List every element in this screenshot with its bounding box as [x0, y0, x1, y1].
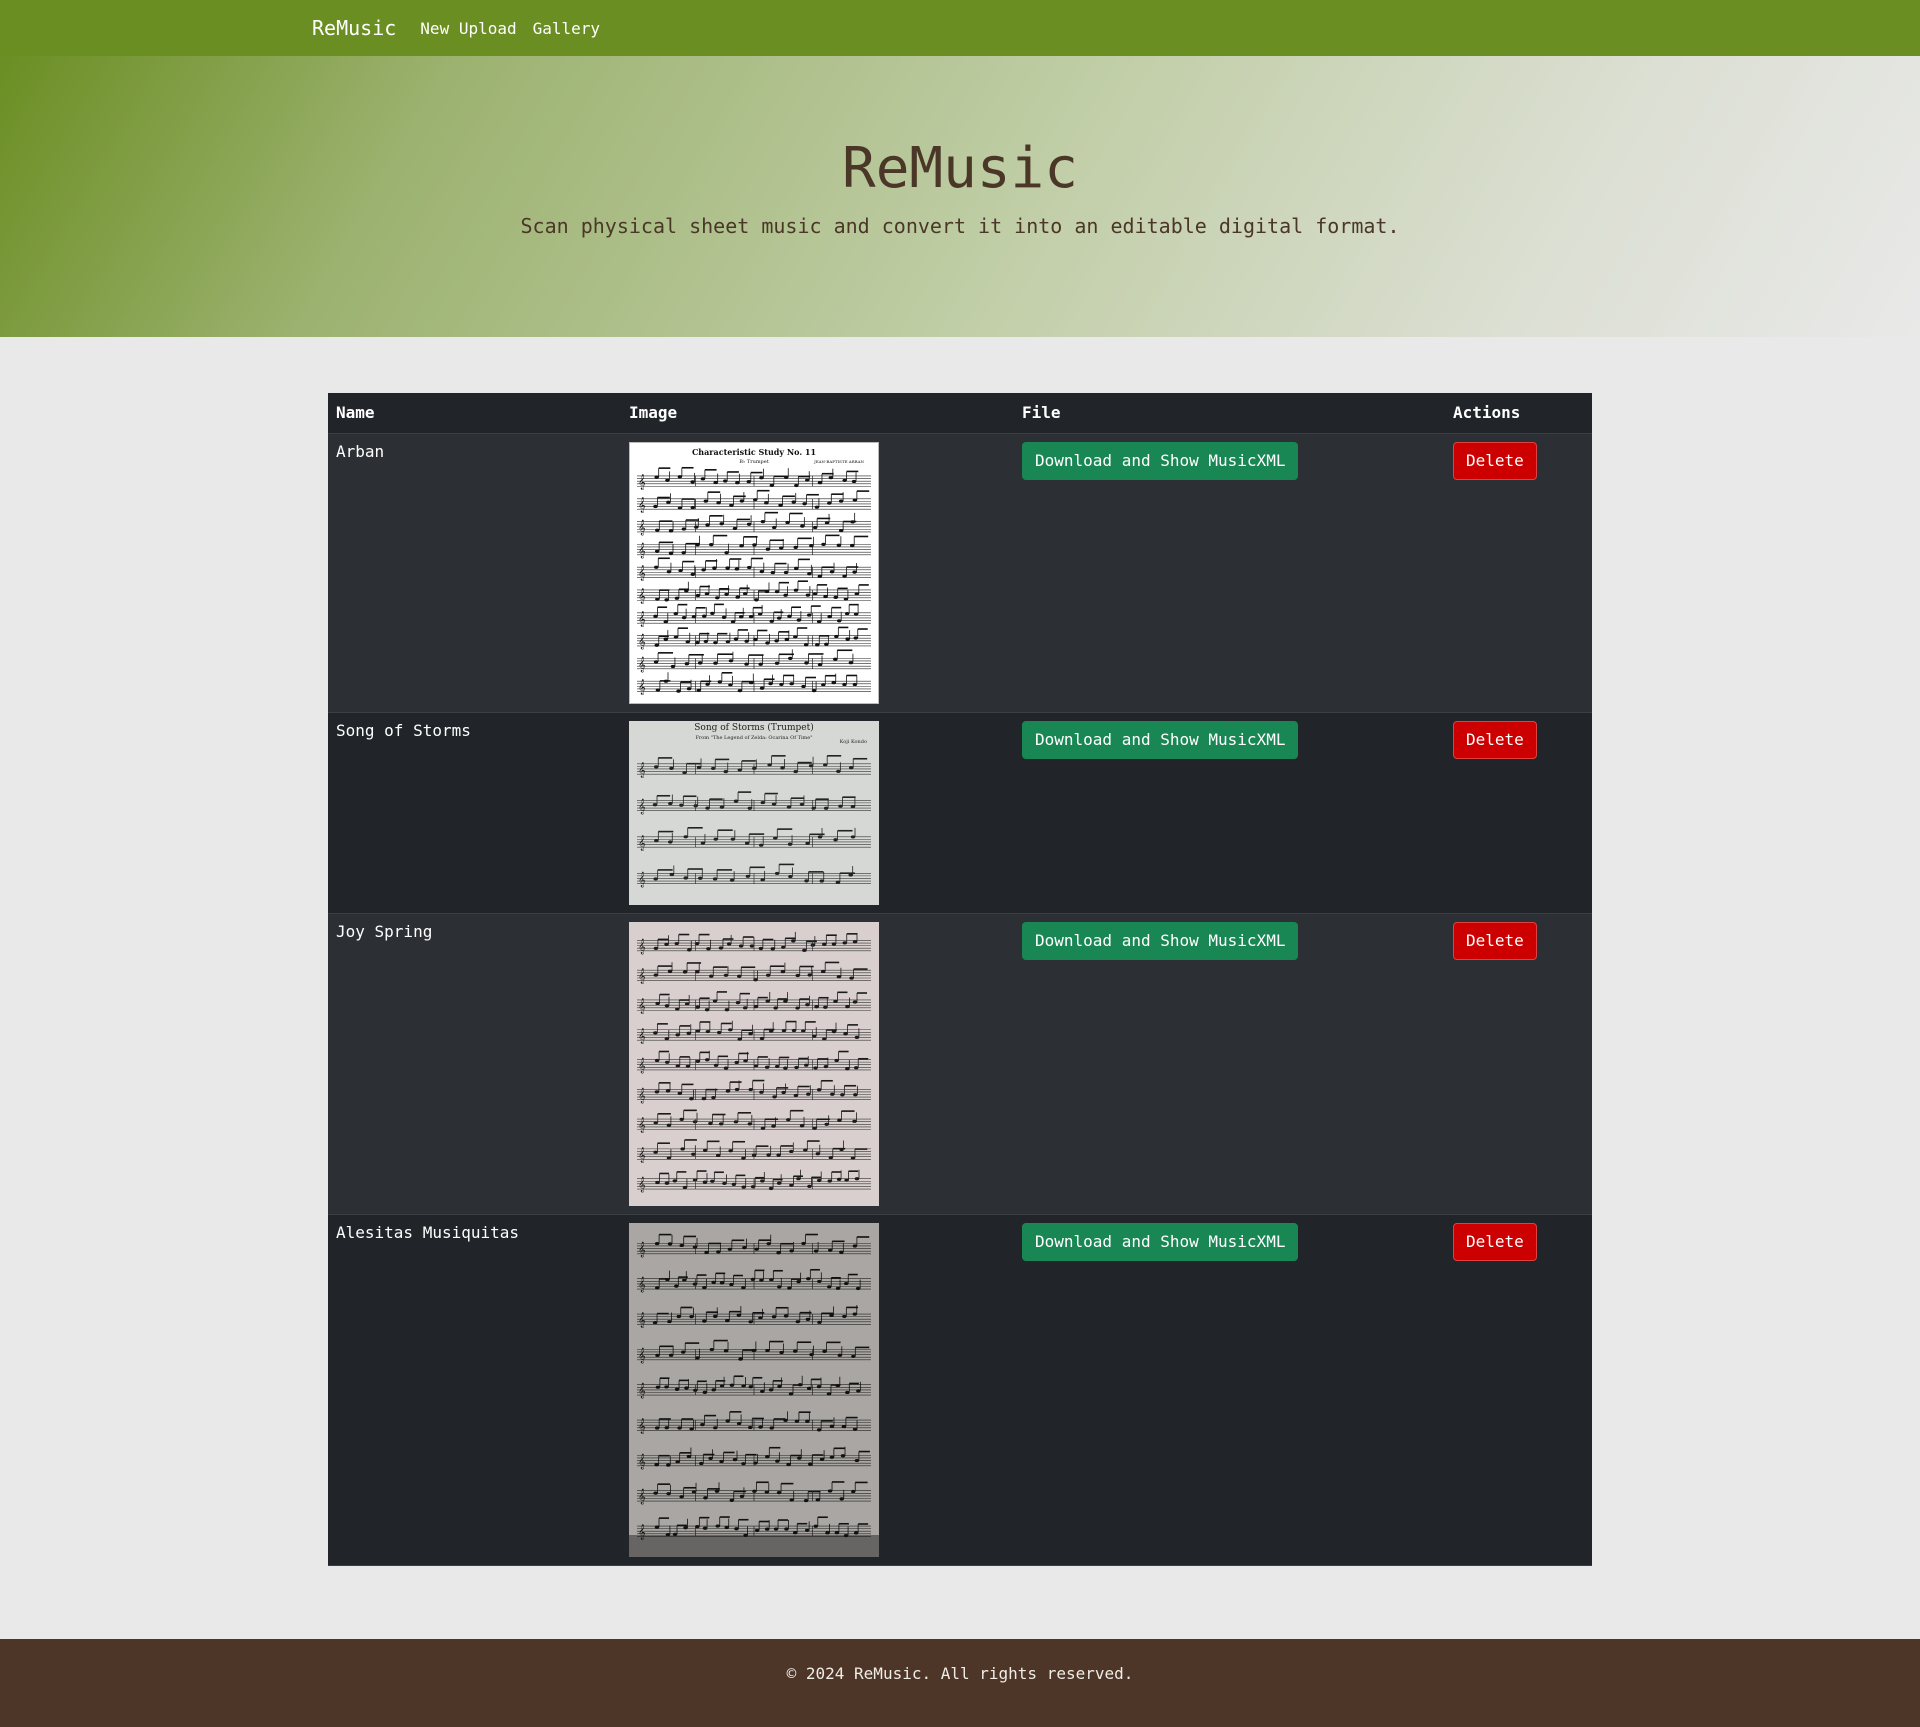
svg-text:𝄞: 𝄞 [638, 1348, 646, 1363]
row-file-cell: Download and Show MusicXML [1014, 913, 1445, 1215]
sheet-music-thumbnail[interactable]: 𝄞 𝄞 𝄞 𝄞 Song of Storms (Trumpet) From "The … [629, 720, 879, 905]
svg-text:𝄞: 𝄞 [638, 1454, 646, 1469]
svg-text:𝄞: 𝄞 [638, 474, 646, 489]
svg-text:𝄞: 𝄞 [638, 1383, 646, 1398]
svg-text:𝄞: 𝄞 [638, 1058, 646, 1073]
svg-text:𝄞: 𝄞 [638, 543, 646, 558]
navbar-brand[interactable]: ReMusic [312, 16, 396, 40]
row-image-cell: 𝄞 𝄞 𝄞 𝄞 𝄞 𝄞 𝄞 𝄞 𝄞 [621, 1214, 1014, 1566]
download-musicxml-button[interactable]: Download and Show MusicXML [1022, 720, 1299, 759]
svg-text:𝄞: 𝄞 [638, 1419, 646, 1434]
table-header-row: Name Image File Actions [328, 393, 1592, 434]
row-name: Alesitas Musiquitas [328, 1214, 621, 1566]
svg-text:𝄞: 𝄞 [638, 1028, 646, 1043]
svg-text:𝄞: 𝄞 [638, 1489, 646, 1504]
svg-text:𝄞: 𝄞 [638, 969, 646, 984]
row-image-cell: 𝄞 𝄞 𝄞 𝄞 𝄞 𝄞 𝄞 𝄞 𝄞 [621, 913, 1014, 1215]
footer-copyright: © 2024 ReMusic. All rights reserved. [786, 1664, 1134, 1683]
svg-text:𝄞: 𝄞 [638, 1525, 646, 1540]
svg-text:𝄞: 𝄞 [638, 566, 646, 581]
svg-text:𝄞: 𝄞 [638, 872, 646, 887]
sheet-music-image: 𝄞 𝄞 𝄞 𝄞 𝄞 𝄞 𝄞 𝄞 𝄞 [629, 921, 879, 1206]
sheet-music-image: 𝄞 𝄞 𝄞 𝄞 𝄞 𝄞 𝄞 𝄞 𝄞 𝄞 Characteristic Study No. 11 B… [629, 441, 879, 704]
row-actions-cell: Delete [1445, 1214, 1592, 1566]
svg-text:𝄞: 𝄞 [638, 1147, 646, 1162]
svg-text:𝄞: 𝄞 [638, 762, 646, 777]
svg-text:Koji Kondo: Koji Kondo [840, 739, 867, 745]
row-file-cell: Download and Show MusicXML [1014, 433, 1445, 713]
svg-text:𝄞: 𝄞 [638, 1118, 646, 1133]
svg-text:𝄞: 𝄞 [638, 611, 646, 626]
gallery-table: Name Image File Actions Arban 𝄞 𝄞 𝄞 𝄞 𝄞 𝄞 𝄞 𝄞 𝄞 𝄞… [328, 393, 1592, 1566]
svg-text:𝄞: 𝄞 [638, 680, 646, 695]
delete-button[interactable]: Delete [1453, 1222, 1537, 1261]
svg-text:𝄞: 𝄞 [638, 634, 646, 649]
sheet-music-thumbnail[interactable]: 𝄞 𝄞 𝄞 𝄞 𝄞 𝄞 𝄞 𝄞 𝄞 [629, 1222, 879, 1557]
row-actions-cell: Delete [1445, 433, 1592, 713]
svg-text:𝄞: 𝄞 [638, 1277, 646, 1292]
svg-text:𝄞: 𝄞 [638, 497, 646, 512]
svg-text:𝄞: 𝄞 [638, 657, 646, 672]
svg-text:𝄞: 𝄞 [638, 520, 646, 535]
download-musicxml-button[interactable]: Download and Show MusicXML [1022, 1222, 1299, 1261]
row-file-cell: Download and Show MusicXML [1014, 1214, 1445, 1566]
svg-text:𝄞: 𝄞 [638, 939, 646, 954]
table-row: Arban 𝄞 𝄞 𝄞 𝄞 𝄞 𝄞 𝄞 𝄞 𝄞 𝄞 Characteristic Study No… [328, 433, 1592, 713]
delete-button[interactable]: Delete [1453, 921, 1537, 960]
row-file-cell: Download and Show MusicXML [1014, 712, 1445, 914]
svg-text:𝄞: 𝄞 [638, 1177, 646, 1192]
table-row: Alesitas Musiquitas 𝄞 𝄞 𝄞 𝄞 𝄞 𝄞 𝄞 𝄞 𝄞 Download a… [328, 1214, 1592, 1566]
svg-text:From "The Legend of Zelda: Oca: From "The Legend of Zelda: Ocarina Of Ti… [695, 735, 812, 741]
row-actions-cell: Delete [1445, 712, 1592, 914]
row-name: Arban [328, 433, 621, 713]
row-image-cell: 𝄞 𝄞 𝄞 𝄞 Song of Storms (Trumpet) From "The … [621, 712, 1014, 914]
svg-text:𝄞: 𝄞 [638, 835, 646, 850]
sheet-music-thumbnail[interactable]: 𝄞 𝄞 𝄞 𝄞 𝄞 𝄞 𝄞 𝄞 𝄞 [629, 921, 879, 1206]
svg-text:Characteristic Study No. 11: Characteristic Study No. 11 [692, 447, 816, 457]
column-header-image: Image [621, 393, 1014, 434]
sheet-music-image: 𝄞 𝄞 𝄞 𝄞 Song of Storms (Trumpet) From "The … [629, 720, 879, 905]
sheet-music-image: 𝄞 𝄞 𝄞 𝄞 𝄞 𝄞 𝄞 𝄞 𝄞 [629, 1222, 879, 1557]
delete-button[interactable]: Delete [1453, 720, 1537, 759]
row-name: Song of Storms [328, 712, 621, 914]
footer: © 2024 ReMusic. All rights reserved. [0, 1639, 1920, 1727]
table-row: Song of Storms 𝄞 𝄞 𝄞 𝄞 Song of Storms (Trum… [328, 712, 1592, 914]
hero-subtitle: Scan physical sheet music and convert it… [520, 214, 1400, 238]
download-musicxml-button[interactable]: Download and Show MusicXML [1022, 441, 1299, 480]
nav-link-new-upload[interactable]: New Upload [420, 19, 516, 38]
svg-text:B♭ Trumpet: B♭ Trumpet [739, 459, 768, 465]
table-row: Joy Spring 𝄞 𝄞 𝄞 𝄞 𝄞 𝄞 𝄞 𝄞 𝄞 Download and Show M… [328, 913, 1592, 1215]
svg-text:Song of Storms (Trumpet): Song of Storms (Trumpet) [694, 722, 814, 733]
download-musicxml-button[interactable]: Download and Show MusicXML [1022, 921, 1299, 960]
column-header-name: Name [328, 393, 621, 434]
svg-text:𝄞: 𝄞 [638, 1088, 646, 1103]
row-actions-cell: Delete [1445, 913, 1592, 1215]
navbar: ReMusic New Upload Gallery [0, 0, 1920, 56]
svg-text:JEAN-BAPTISTE ARBAN: JEAN-BAPTISTE ARBAN [813, 459, 864, 464]
gallery-table-container: Name Image File Actions Arban 𝄞 𝄞 𝄞 𝄞 𝄞 𝄞 𝄞 𝄞 𝄞 𝄞… [328, 393, 1592, 1566]
hero-banner: ReMusic Scan physical sheet music and co… [0, 56, 1920, 337]
svg-text:𝄞: 𝄞 [638, 588, 646, 603]
column-header-actions: Actions [1445, 393, 1592, 434]
delete-button[interactable]: Delete [1453, 441, 1537, 480]
hero-title: ReMusic [841, 136, 1078, 201]
nav-link-gallery[interactable]: Gallery [533, 19, 600, 38]
row-name: Joy Spring [328, 913, 621, 1215]
svg-text:𝄞: 𝄞 [638, 998, 646, 1013]
sheet-music-thumbnail[interactable]: 𝄞 𝄞 𝄞 𝄞 𝄞 𝄞 𝄞 𝄞 𝄞 𝄞 Characteristic Study No. 11 B… [629, 441, 879, 704]
svg-text:𝄞: 𝄞 [638, 1242, 646, 1257]
svg-text:𝄞: 𝄞 [638, 799, 646, 814]
svg-text:𝄞: 𝄞 [638, 1313, 646, 1328]
row-image-cell: 𝄞 𝄞 𝄞 𝄞 𝄞 𝄞 𝄞 𝄞 𝄞 𝄞 Characteristic Study No. 11 B… [621, 433, 1014, 713]
column-header-file: File [1014, 393, 1445, 434]
